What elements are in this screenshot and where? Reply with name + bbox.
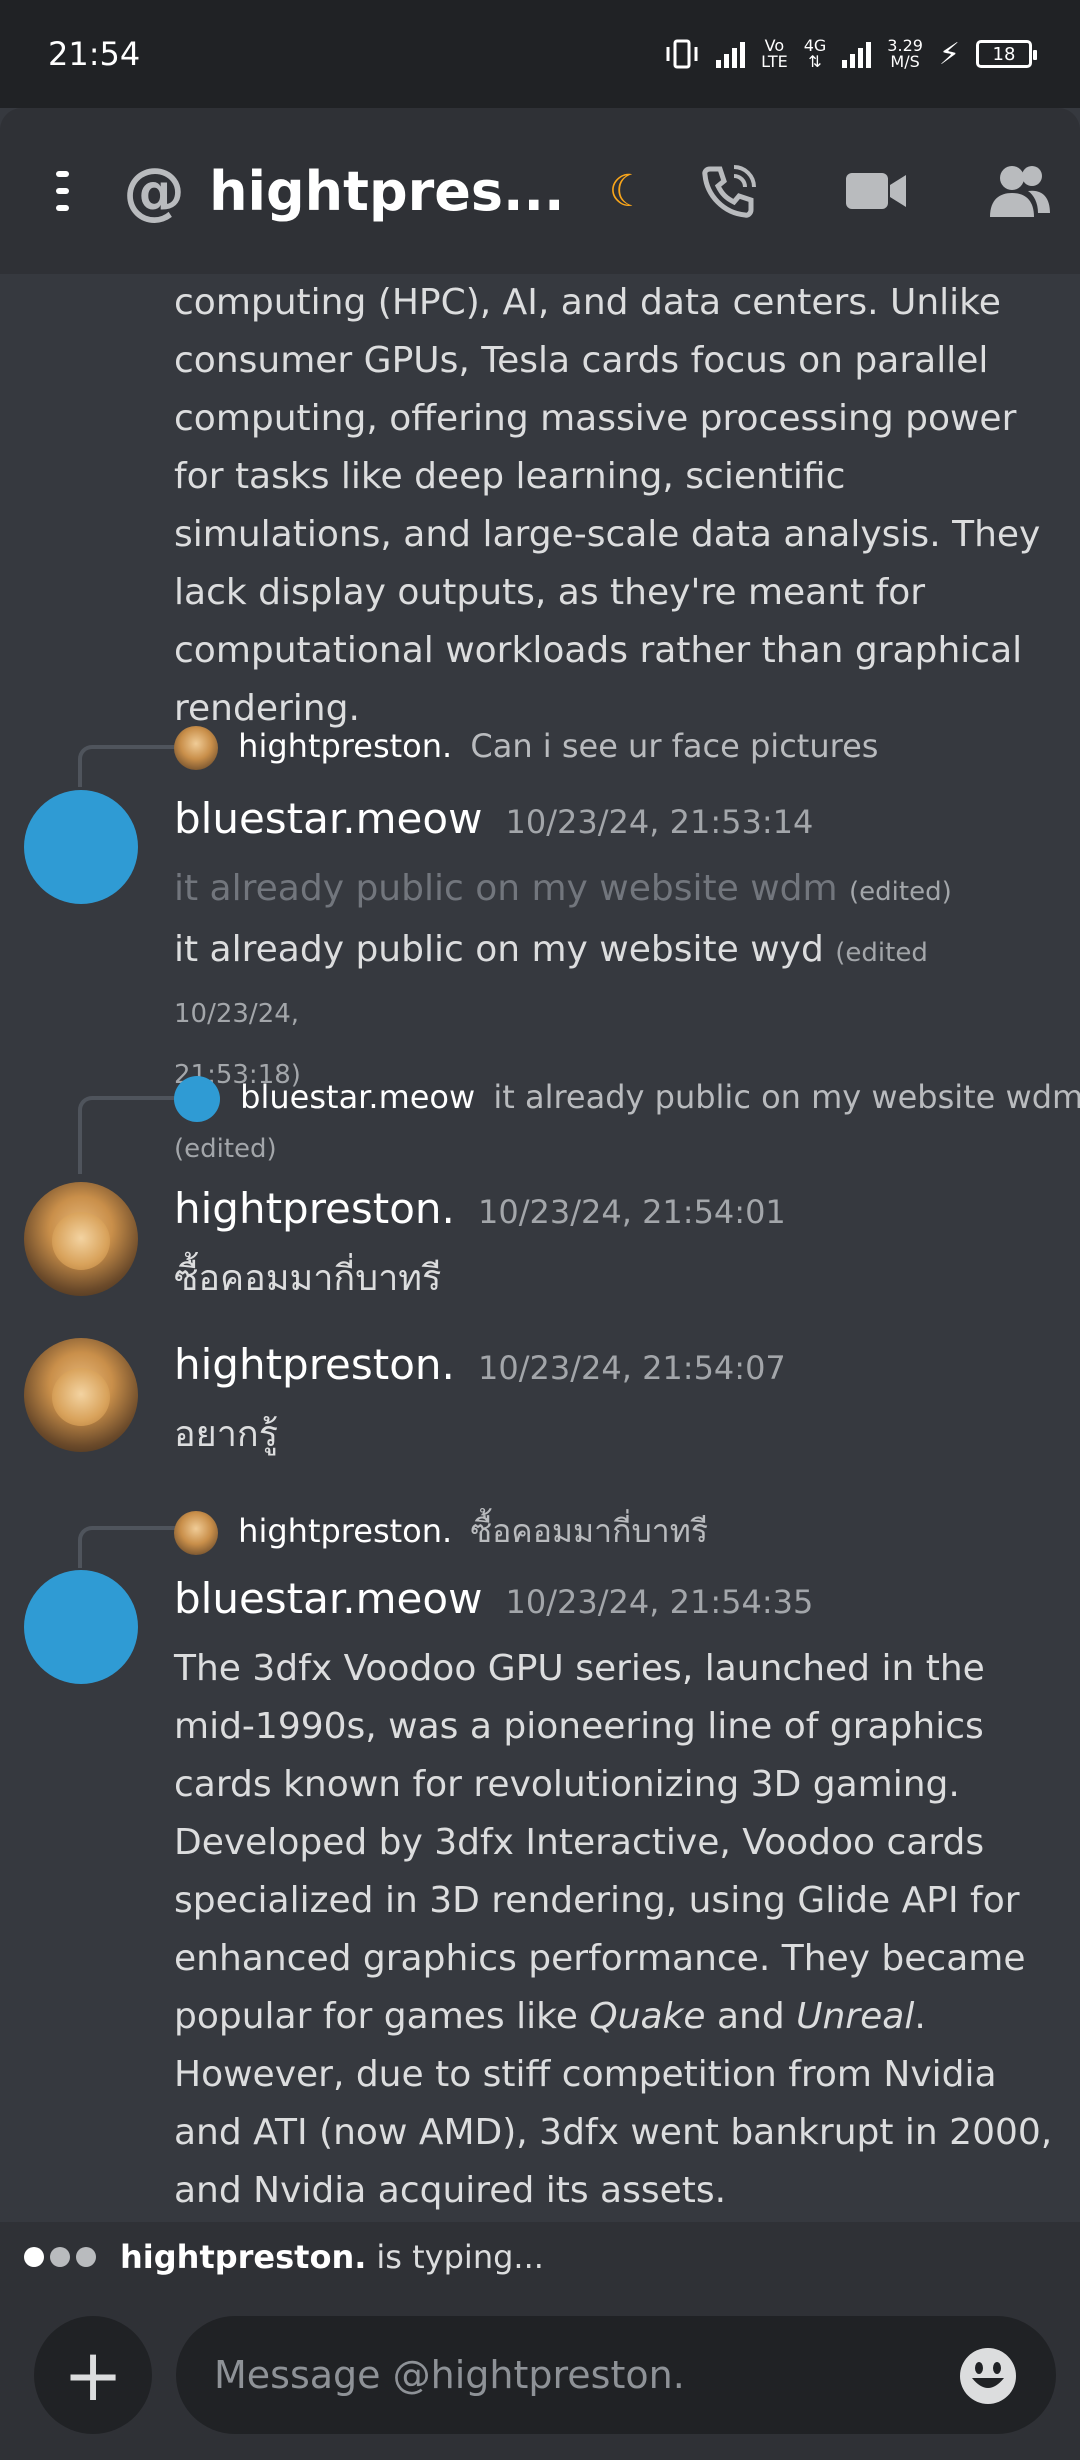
emoji-icon[interactable] [958, 2346, 1018, 2410]
signal-icon-2 [842, 40, 872, 68]
typing-user: hightpreston. [120, 2238, 367, 2276]
message-header: bluestar.meow 10/23/24, 21:54:35 [174, 1574, 813, 1623]
message-continued-text: computing (HPC), AI, and data centers. U… [174, 282, 1041, 729]
message-author[interactable]: bluestar.meow [174, 1574, 482, 1623]
at-icon: @ [123, 154, 186, 227]
reply-preview[interactable]: hightpreston. Can i see ur face pictures [174, 726, 878, 770]
message-author[interactable]: bluestar.meow [174, 794, 482, 843]
members-icon[interactable] [988, 163, 1052, 219]
avatar[interactable] [24, 1338, 138, 1452]
charging-icon: ⚡ [938, 36, 960, 72]
reply-connector [78, 1526, 176, 1568]
italic-game-title: Unreal [796, 1996, 915, 2037]
avatar[interactable] [24, 790, 138, 904]
signal-icon [716, 40, 746, 68]
vibrate-icon [666, 39, 698, 69]
reply-edited-label: (edited) [174, 1134, 277, 1164]
italic-game-title: Quake [589, 1996, 706, 2037]
message-timestamp: 10/23/24, 21:54:01 [478, 1193, 786, 1231]
status-icons: Vo LTE 4G ⇅ 3.29 M/S ⚡ 18 [664, 36, 1037, 72]
network-4g-label: 4G ⇅ [803, 36, 827, 71]
reply-author: bluestar.meow [240, 1078, 476, 1116]
reply-avatar [174, 1076, 220, 1122]
reply-text: Can i see ur face pictures [470, 727, 879, 765]
typing-indicator: hightpreston. is typing... [0, 2222, 1080, 2292]
reply-connector [78, 1096, 176, 1174]
network-speed: 3.29 M/S [887, 36, 923, 71]
message-timestamp: 10/23/24, 21:53:14 [505, 803, 814, 841]
message-composer: + [0, 2292, 1080, 2460]
reply-preview[interactable]: bluestar.meow it already public on my we… [174, 1076, 1080, 1122]
reply-avatar [174, 726, 218, 770]
reply-connector [78, 745, 176, 787]
call-icon[interactable] [696, 159, 760, 223]
message-timestamp: 10/23/24, 21:54:35 [505, 1583, 814, 1621]
message-header: bluestar.meow 10/23/24, 21:53:14 [174, 794, 813, 843]
message-author[interactable]: hightpreston. [174, 1340, 455, 1389]
message-body: it already public on my website wdm (edi… [174, 868, 952, 1090]
plus-icon: + [62, 2333, 124, 2417]
message-timestamp: 10/23/24, 21:54:07 [478, 1349, 786, 1387]
reply-preview[interactable]: hightpreston. ซื้อคอมมากี่บาทรี [174, 1506, 708, 1557]
message-body: อยากรู้ [174, 1414, 279, 1455]
reply-author: hightpreston. [238, 1512, 453, 1550]
battery-icon: 18 [976, 40, 1037, 68]
message-author[interactable]: hightpreston. [174, 1184, 455, 1233]
attach-button[interactable]: + [34, 2316, 152, 2434]
message-header: hightpreston. 10/23/24, 21:54:01 [174, 1184, 786, 1233]
reply-avatar [174, 1511, 218, 1555]
message-input-container[interactable] [176, 2316, 1056, 2434]
edited-label: (edited) [849, 877, 952, 907]
avatar[interactable] [24, 1182, 138, 1296]
reply-author: hightpreston. [238, 727, 453, 765]
moon-icon: ☾ [608, 165, 648, 217]
menu-icon[interactable] [56, 171, 70, 211]
message-input[interactable] [212, 2352, 896, 2398]
typing-dots-icon [24, 2247, 96, 2267]
message-body: The 3dfx Voodoo GPU series, launched in … [174, 1648, 1053, 2211]
typing-suffix: is typing... [376, 2238, 544, 2276]
volte-label: Vo LTE [761, 36, 788, 71]
reply-text: ซื้อคอมมากี่บาทรี [470, 1512, 709, 1550]
channel-title[interactable]: hightpres... [209, 160, 564, 223]
reply-text: it already public on my website wdm [493, 1078, 1080, 1116]
status-time: 21:54 [48, 35, 141, 73]
chat-header: @ hightpres... ☾ [0, 108, 1080, 274]
avatar[interactable] [24, 1570, 138, 1684]
message-header: hightpreston. 10/23/24, 21:54:07 [174, 1340, 786, 1389]
message-body: ซื้อคอมมากี่บาทรี [174, 1258, 442, 1299]
video-icon[interactable] [844, 167, 908, 215]
status-bar: 21:54 Vo LTE 4G ⇅ 3.29 M/S ⚡ 18 [0, 0, 1080, 108]
